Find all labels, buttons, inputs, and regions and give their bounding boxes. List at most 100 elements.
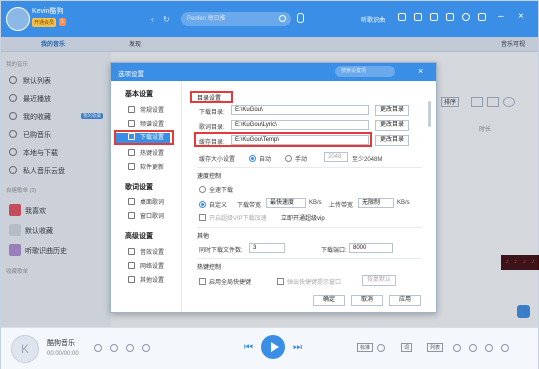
refresh-icon[interactable]: ↻ xyxy=(163,15,170,24)
kugou-app-window: Kevin酷狗 开通会员 1 ‹ ↻ Panfen 每日推 听歌识曲 – × 我… xyxy=(0,0,539,369)
nav-item-window-lyrics[interactable]: 窗口歌词 xyxy=(128,211,164,220)
download-dir-label: 下载目录: xyxy=(199,110,225,116)
cache-size-field[interactable]: 2048 xyxy=(324,152,348,162)
divider xyxy=(197,227,422,228)
now-playing-title: 酷狗音乐 xyxy=(47,340,75,347)
ok-button[interactable]: 确定 xyxy=(313,295,345,306)
download-port-field[interactable]: 8000 xyxy=(349,243,393,253)
section-directory: 目录设置 xyxy=(197,96,222,102)
mini-mode-icon[interactable] xyxy=(501,344,509,352)
recognize-song-link[interactable]: 听歌识曲 xyxy=(361,15,385,24)
download-bandwidth-select[interactable]: 最快速度 xyxy=(266,198,306,208)
playlist-toggle-button[interactable]: 列表 xyxy=(427,343,444,352)
update-icon xyxy=(128,163,135,170)
minimize-button[interactable]: – xyxy=(498,11,504,22)
back-icon[interactable]: ‹ xyxy=(151,15,154,24)
lyric-toggle-button[interactable]: 词 xyxy=(401,343,413,352)
checkbox-icon xyxy=(199,278,206,285)
nav-item-spectrum[interactable]: 频谱设置 xyxy=(128,119,164,128)
lyrics-dir-field[interactable]: E:\KuGou\Lyric\ xyxy=(231,120,369,130)
restore-default-button[interactable]: 恢复默认 xyxy=(362,275,396,286)
like-icon[interactable] xyxy=(94,344,102,352)
search-icon[interactable] xyxy=(279,15,286,22)
cache-auto-radio[interactable]: 自动 xyxy=(249,154,271,163)
nav-group-advanced: 高级设置 xyxy=(125,233,153,240)
play-mode-icon[interactable] xyxy=(469,344,477,352)
share-icon[interactable] xyxy=(126,344,134,352)
mic-icon[interactable] xyxy=(297,13,304,23)
cache-manual-radio[interactable]: 手动 xyxy=(285,154,307,163)
sound-icon xyxy=(128,248,135,255)
download-dir-field[interactable]: E:\KuGou\ xyxy=(231,105,369,115)
download-port-label: 下载端口: xyxy=(321,248,347,254)
scrollbar[interactable] xyxy=(428,101,431,127)
download-bandwidth-label: 下载带宽 xyxy=(237,203,262,209)
album-cover[interactable]: K xyxy=(11,335,39,363)
divider xyxy=(197,167,422,168)
open-vip-link[interactable]: 立即开通超级vip xyxy=(281,213,325,222)
highlight-box-cache-dir xyxy=(194,132,372,147)
cache-size-hint: 至少2048M xyxy=(352,157,383,163)
speed-custom-radio[interactable]: 自定义 xyxy=(199,200,227,209)
highlight-box-download-nav xyxy=(114,130,174,145)
change-lyrics-dir-button[interactable]: 更改目录 xyxy=(375,120,409,131)
title-bar: Kevin酷狗 开通会员 1 ‹ ↻ Panfen 每日推 听歌识曲 – × xyxy=(1,1,538,37)
more-icon[interactable] xyxy=(142,344,150,352)
download-unit: KB/s xyxy=(309,200,322,206)
nav-item-update[interactable]: 软件更新 xyxy=(128,162,164,171)
cancel-button[interactable]: 取消 xyxy=(351,295,383,306)
game-icon[interactable] xyxy=(414,13,422,21)
download-song-icon[interactable] xyxy=(110,344,118,352)
username[interactable]: Kevin酷狗 xyxy=(32,6,64,16)
dialog-title: 选项设置 xyxy=(118,71,144,78)
previous-button[interactable]: ⏮ xyxy=(244,342,253,353)
concurrent-downloads-field[interactable]: 3 xyxy=(249,243,285,253)
quality-button[interactable]: 标准 xyxy=(357,343,374,352)
avatar[interactable] xyxy=(6,7,30,31)
settings-search-input[interactable]: 搜索设置项 xyxy=(335,66,395,77)
nav-item-hotkey[interactable]: 热键设置 xyxy=(128,148,164,157)
queue-icon[interactable] xyxy=(485,344,493,352)
download-settings-panel: 目录设置 下载目录: E:\KuGou\ 更改目录 歌词目录: E:\KuGou… xyxy=(182,81,436,312)
nav-item-sound[interactable]: 音效设置 xyxy=(128,247,164,256)
next-button[interactable]: ⏭ xyxy=(293,342,302,353)
change-cache-dir-button[interactable]: 更改目录 xyxy=(375,135,409,146)
skin-icon[interactable] xyxy=(398,13,406,21)
checkbox-icon xyxy=(277,278,284,285)
dialog-close-button[interactable]: × xyxy=(418,66,423,76)
play-button[interactable] xyxy=(261,335,285,359)
lyrics-dir-label: 歌词目录: xyxy=(199,125,225,131)
nav-item-general[interactable]: 常规设置 xyxy=(128,105,164,114)
play-time: 00:00/00:00 xyxy=(47,351,79,357)
gear-icon[interactable] xyxy=(462,13,470,21)
level-badge: 1 xyxy=(59,18,66,26)
search-placeholder: Panfen 每日推 xyxy=(187,16,226,22)
upload-bandwidth-select[interactable]: 无限制 xyxy=(358,198,394,208)
sound-effect-icon[interactable] xyxy=(377,344,385,352)
spectrum-icon xyxy=(128,120,135,127)
global-hotkey-checkbox[interactable]: 启用全局快捷键 xyxy=(199,277,251,286)
nav-item-desktop-lyrics[interactable]: 桌面歌词 xyxy=(128,197,164,206)
radio-unchecked-icon xyxy=(199,186,206,193)
section-speed: 速度控制 xyxy=(197,174,222,180)
upload-unit: KB/s xyxy=(397,200,410,206)
checkbox-icon xyxy=(199,214,206,221)
search-input[interactable]: Panfen 每日推 xyxy=(181,12,291,26)
player-bar: K 酷狗音乐 00:00/00:00 ⏮ ⏭ 标准 词 列表 xyxy=(1,327,538,369)
volume-icon[interactable] xyxy=(453,344,461,352)
message-icon[interactable] xyxy=(430,13,438,21)
speed-full-radio[interactable]: 全速下载 xyxy=(199,185,233,194)
apply-button[interactable]: 应用 xyxy=(389,295,421,306)
keyboard-icon xyxy=(128,149,135,156)
vip-accel-checkbox[interactable]: 开启超级VIP下载加速 xyxy=(199,213,267,222)
general-icon xyxy=(128,106,135,113)
divider xyxy=(197,258,422,259)
mail-icon[interactable] xyxy=(446,13,454,21)
nav-item-other[interactable]: 其他设置 xyxy=(128,275,164,284)
close-button[interactable]: × xyxy=(518,11,524,22)
change-download-dir-button[interactable]: 更改目录 xyxy=(375,105,409,116)
hotkey-tip-checkbox[interactable]: 弹出快捷键提示窗口 xyxy=(277,277,341,286)
vip-badge[interactable]: 开通会员 xyxy=(32,18,57,27)
menu-icon[interactable] xyxy=(478,13,486,21)
nav-item-network[interactable]: 网络设置 xyxy=(128,261,164,270)
